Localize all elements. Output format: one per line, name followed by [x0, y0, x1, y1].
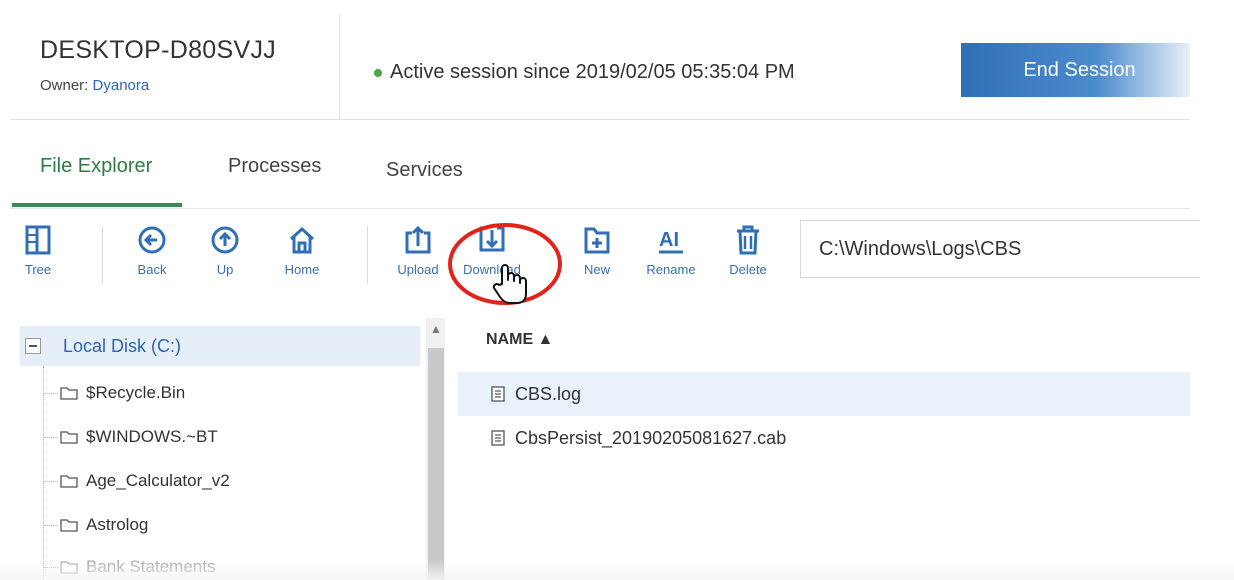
owner-label: Owner:: [40, 77, 93, 94]
upload-button[interactable]: Upload: [387, 224, 449, 277]
download-label: Download: [463, 262, 521, 277]
tree-root-local-disk[interactable]: Local Disk (C:): [20, 326, 420, 366]
rename-button[interactable]: AI Rename: [640, 224, 702, 277]
tab-file-explorer[interactable]: File Explorer: [40, 155, 152, 178]
tree-item[interactable]: Age_Calculator_v2: [44, 466, 230, 496]
tree-item-label: Bank Statements: [86, 557, 216, 576]
tree-scrollbar[interactable]: ▲: [426, 318, 445, 580]
tab-services[interactable]: Services: [386, 159, 463, 182]
owner-name: Dyanora: [92, 77, 150, 94]
tree-item[interactable]: Astrolog: [44, 510, 148, 540]
document-icon: [491, 430, 505, 446]
tree-item-label: $WINDOWS.~BT: [86, 427, 218, 446]
end-session-button[interactable]: End Session: [961, 43, 1190, 97]
tree-item[interactable]: $Recycle.Bin: [44, 378, 185, 408]
tab-processes[interactable]: Processes: [228, 155, 321, 178]
back-button[interactable]: Back: [127, 224, 177, 277]
folder-icon: [60, 431, 78, 444]
home-icon: [289, 226, 315, 254]
home-label: Home: [284, 262, 320, 277]
back-label: Back: [137, 262, 167, 277]
svg-text:AI: AI: [659, 229, 679, 251]
owner-line: Owner: Dyanora: [40, 77, 339, 94]
download-button[interactable]: Download: [456, 224, 528, 277]
file-name: CbsPersist_20190205081627.cab: [515, 427, 787, 448]
new-folder-button[interactable]: New: [572, 224, 622, 277]
folder-icon: [60, 519, 78, 532]
download-icon: [479, 226, 505, 252]
tree-label: Tree: [24, 262, 52, 277]
active-tab-indicator: [12, 203, 182, 207]
upload-icon: [405, 225, 431, 254]
upload-label: Upload: [397, 262, 439, 277]
tree-item-label: Age_Calculator_v2: [86, 471, 230, 490]
delete-label: Delete: [729, 262, 767, 277]
device-name: DESKTOP-D80SVJJ: [40, 36, 277, 64]
folder-icon: [60, 475, 78, 488]
device-info: DESKTOP-D80SVJJ Owner: Dyanora: [10, 14, 340, 120]
folder-tree-panel: Local Disk (C:) $Recycle.Bin $WINDOWS.~B…: [10, 318, 445, 580]
path-input[interactable]: [800, 220, 1200, 278]
session-status: Active session since 2019/02/05 05:35:04…: [374, 61, 795, 84]
file-row[interactable]: CBS.log: [458, 372, 1190, 416]
tree-item[interactable]: $WINDOWS.~BT: [44, 422, 218, 452]
tree-item[interactable]: Bank Statements: [44, 552, 215, 580]
collapse-minus-icon[interactable]: [25, 338, 41, 354]
up-arrow-icon: [211, 226, 239, 254]
tree-panel-icon: [25, 225, 51, 255]
tree-button[interactable]: Tree: [16, 224, 60, 277]
delete-button[interactable]: Delete: [721, 224, 775, 277]
tree-item-label: $Recycle.Bin: [86, 383, 186, 402]
name-column-header[interactable]: NAME ▲: [486, 331, 553, 349]
trash-icon: [737, 225, 759, 255]
toolbar-divider: [367, 226, 368, 284]
scroll-up-arrow-icon[interactable]: ▲: [430, 322, 442, 336]
back-arrow-icon: [138, 226, 166, 254]
folder-icon: [60, 561, 78, 574]
rename-icon: AI: [659, 229, 683, 254]
tree-item-label: Astrolog: [86, 515, 149, 534]
scrollbar-thumb[interactable]: [428, 348, 444, 580]
file-toolbar: Tree Back Up Home Upload Download New AI…: [10, 220, 1200, 300]
tab-bar: File Explorer Processes Services: [10, 137, 1190, 209]
session-status-text: Active session since 2019/02/05 05:35:04…: [390, 61, 795, 83]
session-header: DESKTOP-D80SVJJ Owner: Dyanora Active se…: [10, 14, 1190, 120]
active-status-dot-icon: [374, 68, 382, 77]
new-label: New: [583, 262, 610, 277]
up-button[interactable]: Up: [200, 224, 250, 277]
file-row[interactable]: CbsPersist_20190205081627.cab: [458, 416, 1190, 460]
file-list-panel: NAME ▲ CBS.log CbsPersist_20190205081627…: [458, 318, 1190, 580]
document-icon: [491, 386, 505, 402]
tree-root-label: Local Disk (C:): [63, 335, 182, 356]
home-button[interactable]: Home: [272, 224, 332, 277]
toolbar-divider: [102, 226, 103, 284]
up-label: Up: [216, 262, 234, 277]
folder-icon: [60, 387, 78, 400]
file-name: CBS.log: [515, 383, 582, 404]
rename-label: Rename: [646, 262, 696, 277]
new-folder-icon: [584, 227, 610, 254]
